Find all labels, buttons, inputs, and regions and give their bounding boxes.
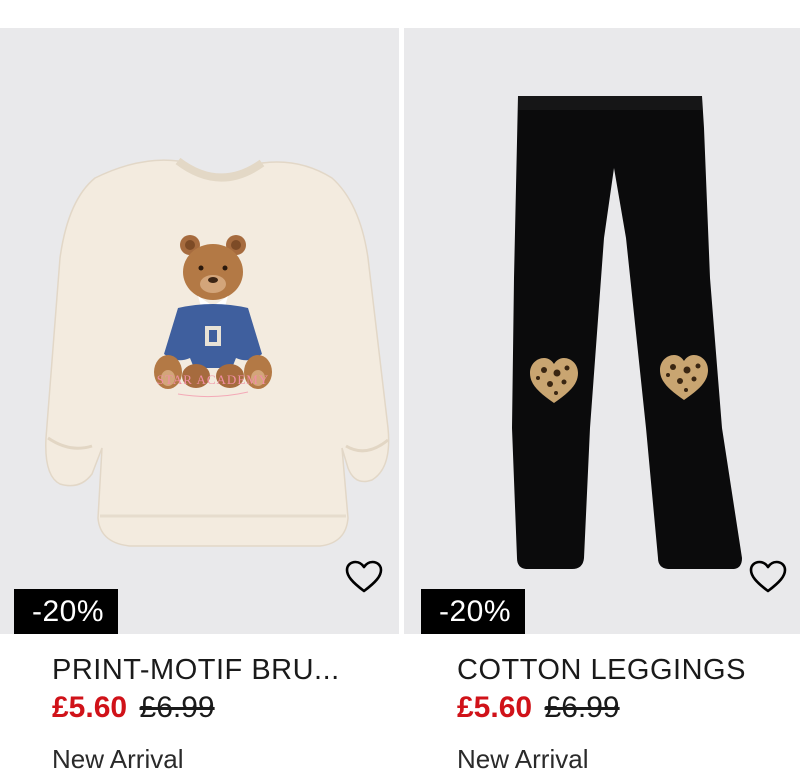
new-arrival-label: New Arrival [52,744,184,774]
heart-icon [749,560,787,593]
product-card-sweatshirt[interactable]: STAR ACADEMY -20% PRINT-MOTIF BRU... £5.… [0,28,399,780]
leggings-image [512,96,742,569]
original-price: £6.99 [544,691,620,724]
product-info: COTTON LEGGINGS £5.60 £6.99 New Arrival [457,652,797,774]
favorite-heart-button[interactable] [343,556,385,598]
sweatshirt-print-text: STAR ACADEMY [157,372,269,387]
product-image-leggings[interactable]: -20% [404,28,800,634]
product-name[interactable]: PRINT-MOTIF BRU... [52,652,392,688]
new-arrival-label: New Arrival [457,744,589,774]
product-card-leggings[interactable]: -20% COTTON LEGGINGS £5.60 £6.99 New Arr… [404,28,800,780]
original-price: £6.99 [139,691,215,724]
discount-badge: -20% [14,589,119,634]
top-strip [0,0,800,28]
sale-price: £5.60 [457,691,533,724]
price-row: £5.60 £6.99 [457,690,797,726]
sweatshirt-image: STAR ACADEMY [45,157,390,547]
heart-icon [345,560,383,593]
discount-badge: -20% [421,589,526,634]
product-grid: STAR ACADEMY -20% PRINT-MOTIF BRU... £5.… [0,28,800,780]
price-row: £5.60 £6.99 [52,690,392,726]
product-image-sweatshirt[interactable]: STAR ACADEMY -20% [0,28,399,634]
product-info: PRINT-MOTIF BRU... £5.60 £6.99 New Arriv… [52,652,392,774]
sale-price: £5.60 [52,691,128,724]
product-name[interactable]: COTTON LEGGINGS [457,652,797,688]
favorite-heart-button[interactable] [747,556,789,598]
